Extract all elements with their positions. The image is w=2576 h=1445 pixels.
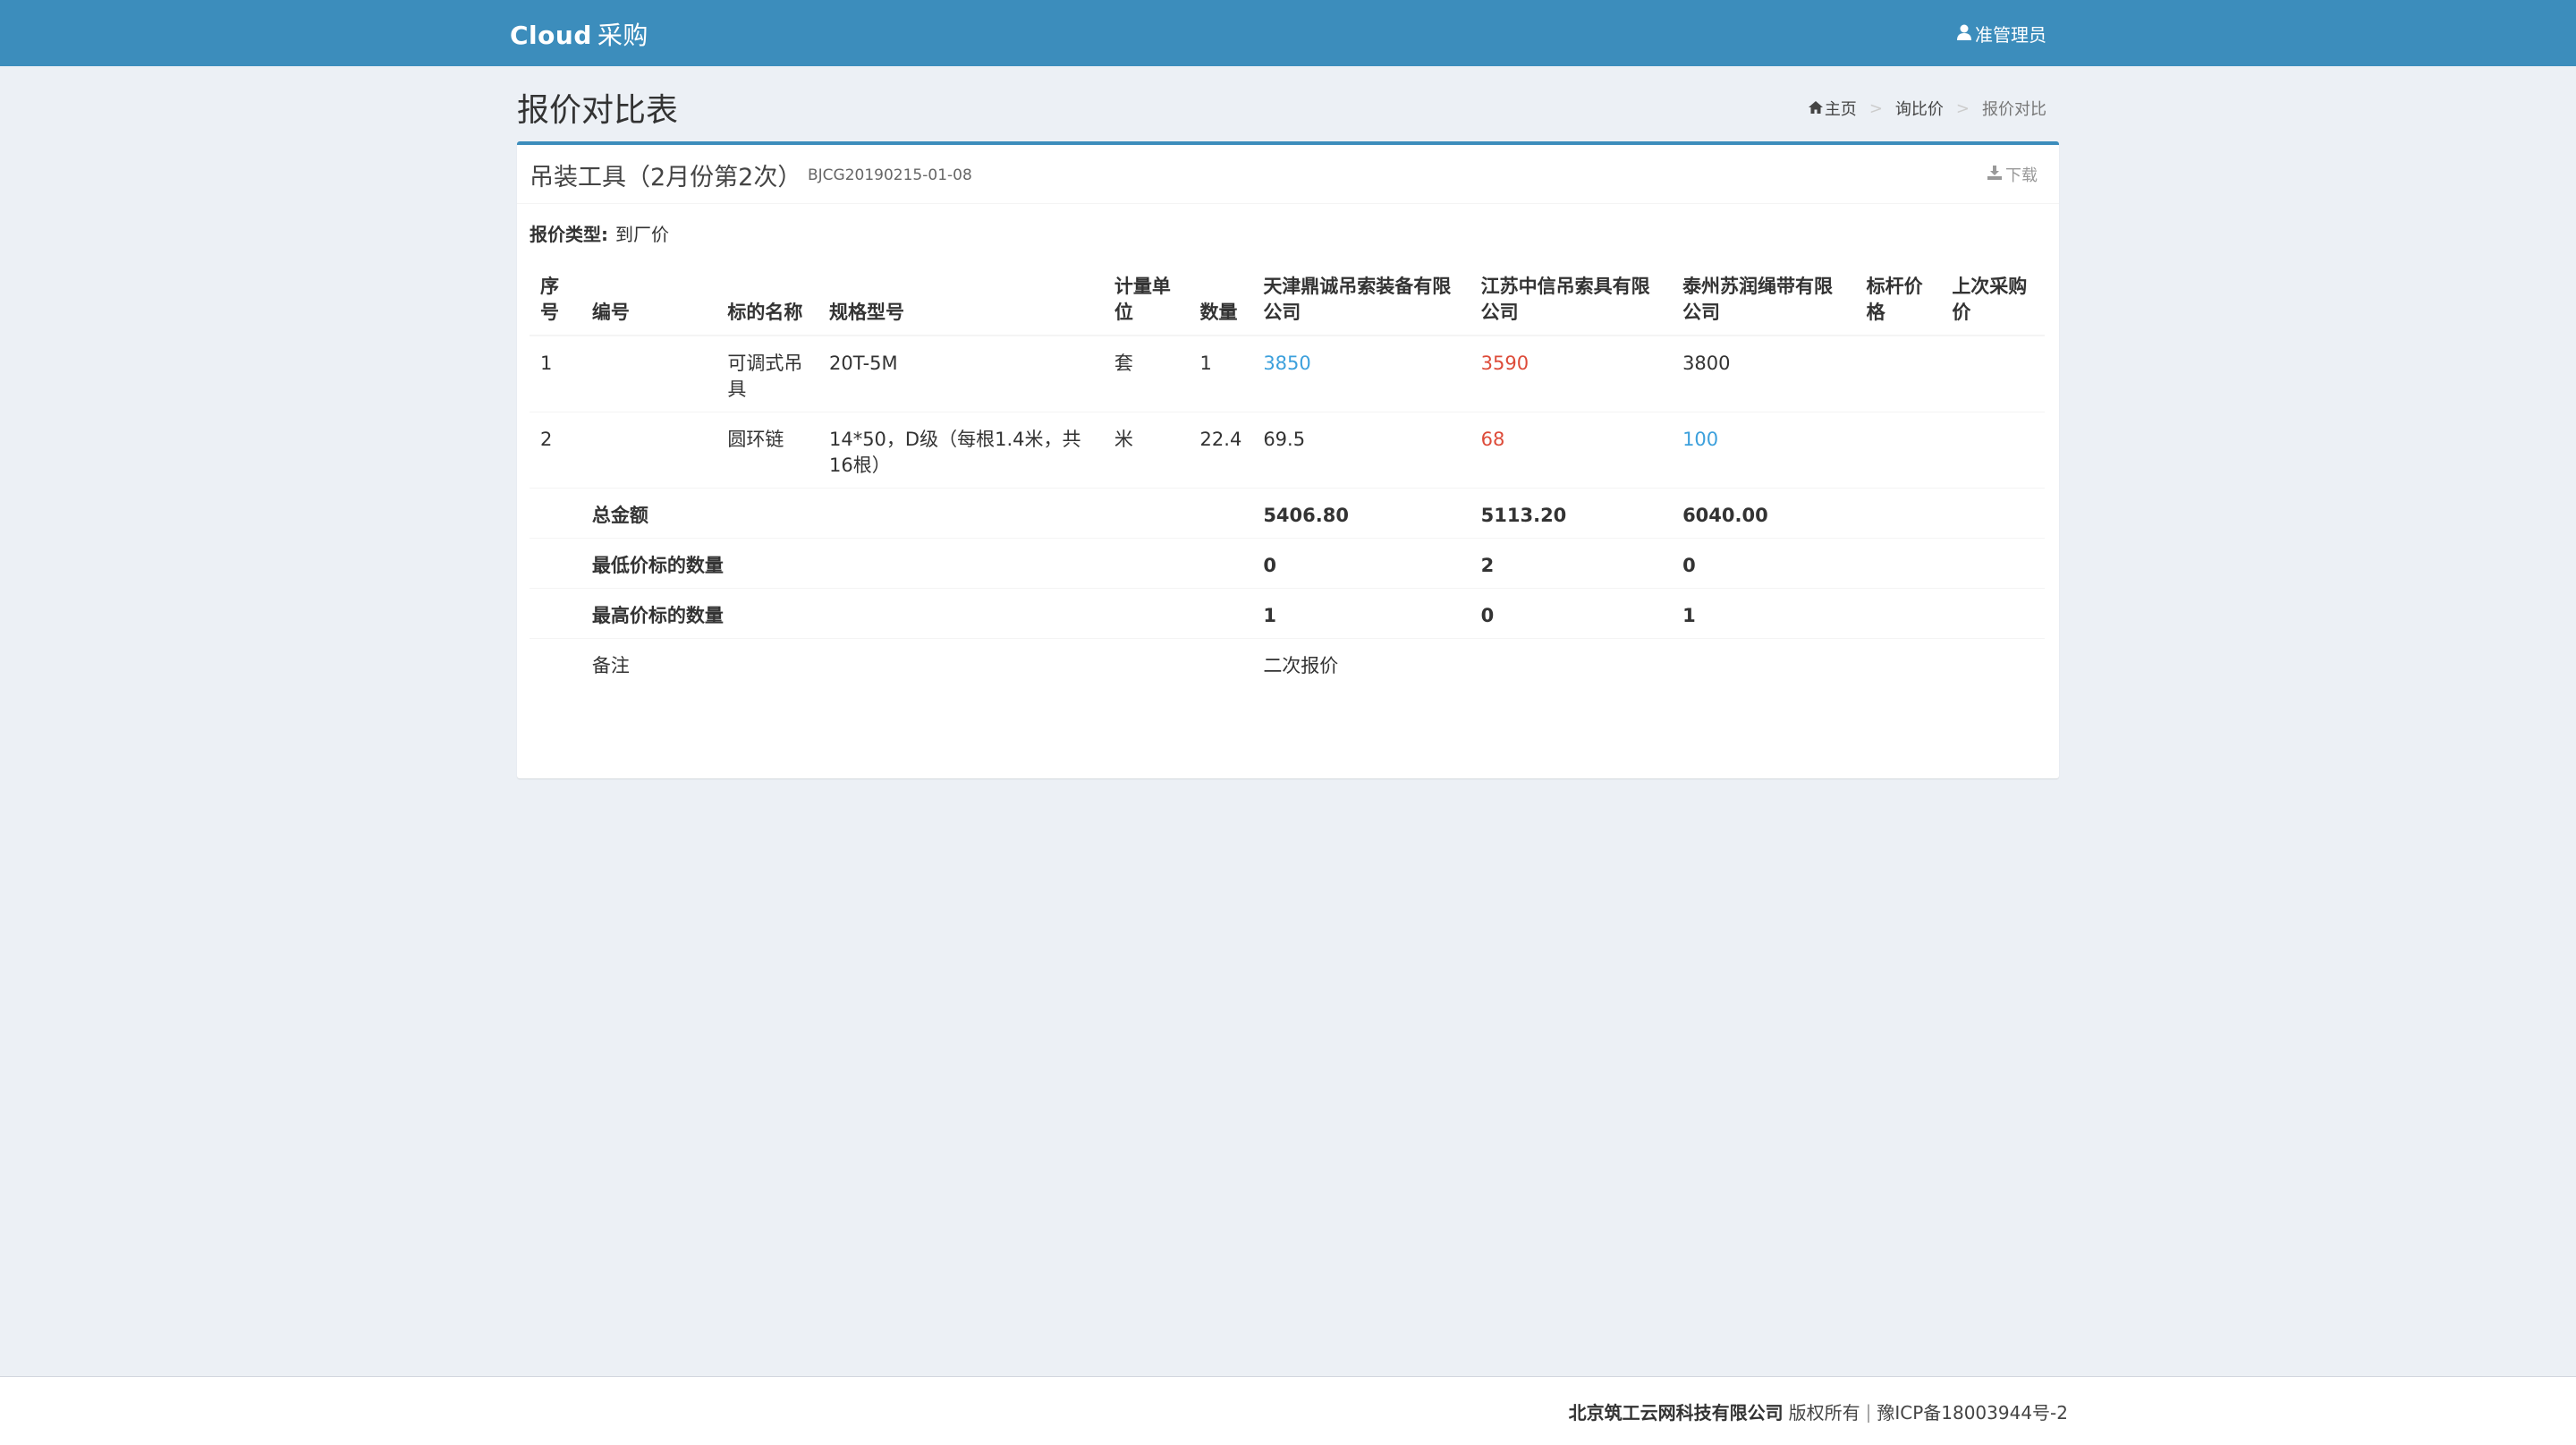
- cell-last-price: [1941, 335, 2045, 412]
- cell-qty: 1: [1189, 335, 1253, 412]
- footer-rights: 版权所有: [1788, 1402, 1860, 1424]
- lowest-supplier-3: 0: [1672, 538, 1856, 589]
- table-row: 2 圆环链 14*50，D级（每根1.4米，共16根） 米 22.4 69.5 …: [530, 412, 2045, 489]
- total-label: 总金额: [580, 488, 1253, 539]
- cell-price: 3800: [1672, 335, 1856, 412]
- col-seq: 序号: [530, 265, 581, 336]
- total-supplier-1: 5406.80: [1252, 488, 1470, 539]
- inquiry-code: BJCG20190215-01-08: [808, 166, 972, 184]
- remark-row: 备注 二次报价: [530, 638, 2045, 688]
- box-title: 吊装工具（2月份第2次）: [530, 164, 802, 191]
- cell-spec: 14*50，D级（每根1.4米，共16根）: [818, 412, 1104, 489]
- cell-name: 圆环链: [716, 412, 818, 489]
- highest-supplier-2: 0: [1470, 588, 1673, 639]
- highest-count-label: 最高价标的数量: [580, 588, 818, 639]
- highest-count-row: 最高价标的数量 1 0 1: [530, 588, 2045, 639]
- empty-cell: [1941, 488, 2045, 539]
- footer-divider: |: [1865, 1400, 1872, 1423]
- total-row: 总金额 5406.80 5113.20 6040.00: [530, 488, 2045, 539]
- breadcrumb: 主页 > 询比价 > 报价对比: [1808, 97, 2046, 120]
- quote-type: 报价类型: 到厂价: [530, 220, 669, 246]
- empty-cell: [1855, 588, 1942, 639]
- quote-type-value: 到厂价: [615, 224, 669, 245]
- cell-unit: 套: [1103, 335, 1190, 412]
- cell-price: 69.5: [1252, 412, 1470, 489]
- cell-benchmark: [1855, 412, 1942, 489]
- highest-supplier-3: 1: [1672, 588, 1856, 639]
- total-supplier-3: 6040.00: [1672, 488, 1856, 539]
- table-header-row: 序号 编号 标的名称 规格型号 计量单位 数量 天津鼎诚吊索装备有限公司 江苏中…: [530, 265, 2045, 336]
- remark-value: 二次报价: [1252, 638, 2045, 688]
- empty-cell: [1941, 538, 2045, 589]
- lowest-supplier-2: 2: [1470, 538, 1673, 589]
- cell-unit: 米: [1103, 412, 1190, 489]
- empty-cell: [1855, 488, 1942, 539]
- empty-cell: [530, 588, 581, 639]
- lowest-supplier-1: 0: [1252, 538, 1470, 589]
- lowest-count-row: 最低价标的数量 0 2 0: [530, 538, 2045, 589]
- user-name: 准管理员: [1975, 24, 2046, 46]
- empty-cell: [818, 538, 1253, 589]
- footer-company: 北京筑工云网科技有限公司: [1568, 1402, 1784, 1424]
- download-button[interactable]: 下载: [1987, 163, 2038, 186]
- page-title: 报价对比表: [517, 92, 679, 129]
- brand-logo[interactable]: Cloud 采购: [510, 16, 648, 52]
- cell-qty: 22.4: [1189, 412, 1253, 489]
- comparison-box: 吊装工具（2月份第2次） BJCG20190215-01-08 下载 报价类型:…: [517, 141, 2059, 778]
- breadcrumb-current: 报价对比: [1982, 100, 2046, 119]
- breadcrumb-separator: >: [1955, 98, 1970, 118]
- col-last-price: 上次采购价: [1941, 265, 2045, 336]
- col-supplier-3: 泰州苏润绳带有限公司: [1672, 265, 1856, 336]
- empty-cell: [1855, 538, 1942, 589]
- breadcrumb-inquiry[interactable]: 询比价: [1895, 97, 1944, 120]
- cell-spec: 20T-5M: [818, 335, 1104, 412]
- cell-price-highest: 3850: [1252, 335, 1470, 412]
- col-code: 编号: [580, 265, 717, 336]
- brand-name: Cloud: [510, 21, 592, 50]
- download-label: 下载: [2005, 166, 2038, 185]
- col-supplier-1: 天津鼎诚吊索装备有限公司: [1252, 265, 1470, 336]
- footer: 北京筑工云网科技有限公司 版权所有 | 豫ICP备18003944号-2: [0, 1376, 2576, 1445]
- remark-label: 备注: [580, 638, 1253, 688]
- total-supplier-2: 5113.20: [1470, 488, 1673, 539]
- cell-last-price: [1941, 412, 2045, 489]
- empty-cell: [1941, 588, 2045, 639]
- comparison-table: 序号 编号 标的名称 规格型号 计量单位 数量 天津鼎诚吊索装备有限公司 江苏中…: [530, 265, 2045, 688]
- breadcrumb-home[interactable]: 主页: [1825, 97, 1857, 120]
- col-supplier-2: 江苏中信吊索具有限公司: [1470, 265, 1673, 336]
- col-qty: 数量: [1189, 265, 1253, 336]
- cell-price-lowest: 68: [1470, 412, 1673, 489]
- empty-cell: [818, 588, 1253, 639]
- user-icon: [1957, 23, 1971, 45]
- table-row: 1 可调式吊具 20T-5M 套 1 3850 3590 3800: [530, 335, 2045, 412]
- top-navbar: Cloud 采购 准管理员: [0, 0, 2576, 66]
- col-benchmark: 标杆价格: [1855, 265, 1942, 336]
- footer-icp[interactable]: 豫ICP备18003944号-2: [1877, 1398, 2068, 1424]
- col-spec: 规格型号: [818, 265, 1104, 336]
- cell-benchmark: [1855, 335, 1942, 412]
- breadcrumb-separator: >: [1868, 98, 1883, 118]
- col-unit: 计量单位: [1103, 265, 1190, 336]
- brand-subtitle: 采购: [597, 21, 648, 50]
- highest-supplier-1: 1: [1252, 588, 1470, 639]
- empty-cell: [530, 638, 581, 688]
- empty-cell: [530, 538, 581, 589]
- cell-seq: 2: [530, 412, 581, 489]
- cell-name: 可调式吊具: [716, 335, 818, 412]
- footer-text: 北京筑工云网科技有限公司 版权所有 | 豫ICP备18003944号-2: [1569, 1398, 2068, 1424]
- home-icon: [1808, 99, 1825, 118]
- user-menu[interactable]: 准管理员: [1957, 21, 2046, 47]
- download-icon: [1987, 165, 2002, 184]
- empty-cell: [530, 488, 581, 539]
- cell-price-highest: 100: [1672, 412, 1856, 489]
- cell-price-lowest: 3590: [1470, 335, 1673, 412]
- cell-code: [580, 335, 717, 412]
- quote-type-label: 报价类型:: [530, 224, 608, 245]
- col-name: 标的名称: [716, 265, 818, 336]
- box-header: 吊装工具（2月份第2次） BJCG20190215-01-08 下载: [517, 145, 2059, 204]
- lowest-count-label: 最低价标的数量: [580, 538, 818, 589]
- cell-seq: 1: [530, 335, 581, 412]
- cell-code: [580, 412, 717, 489]
